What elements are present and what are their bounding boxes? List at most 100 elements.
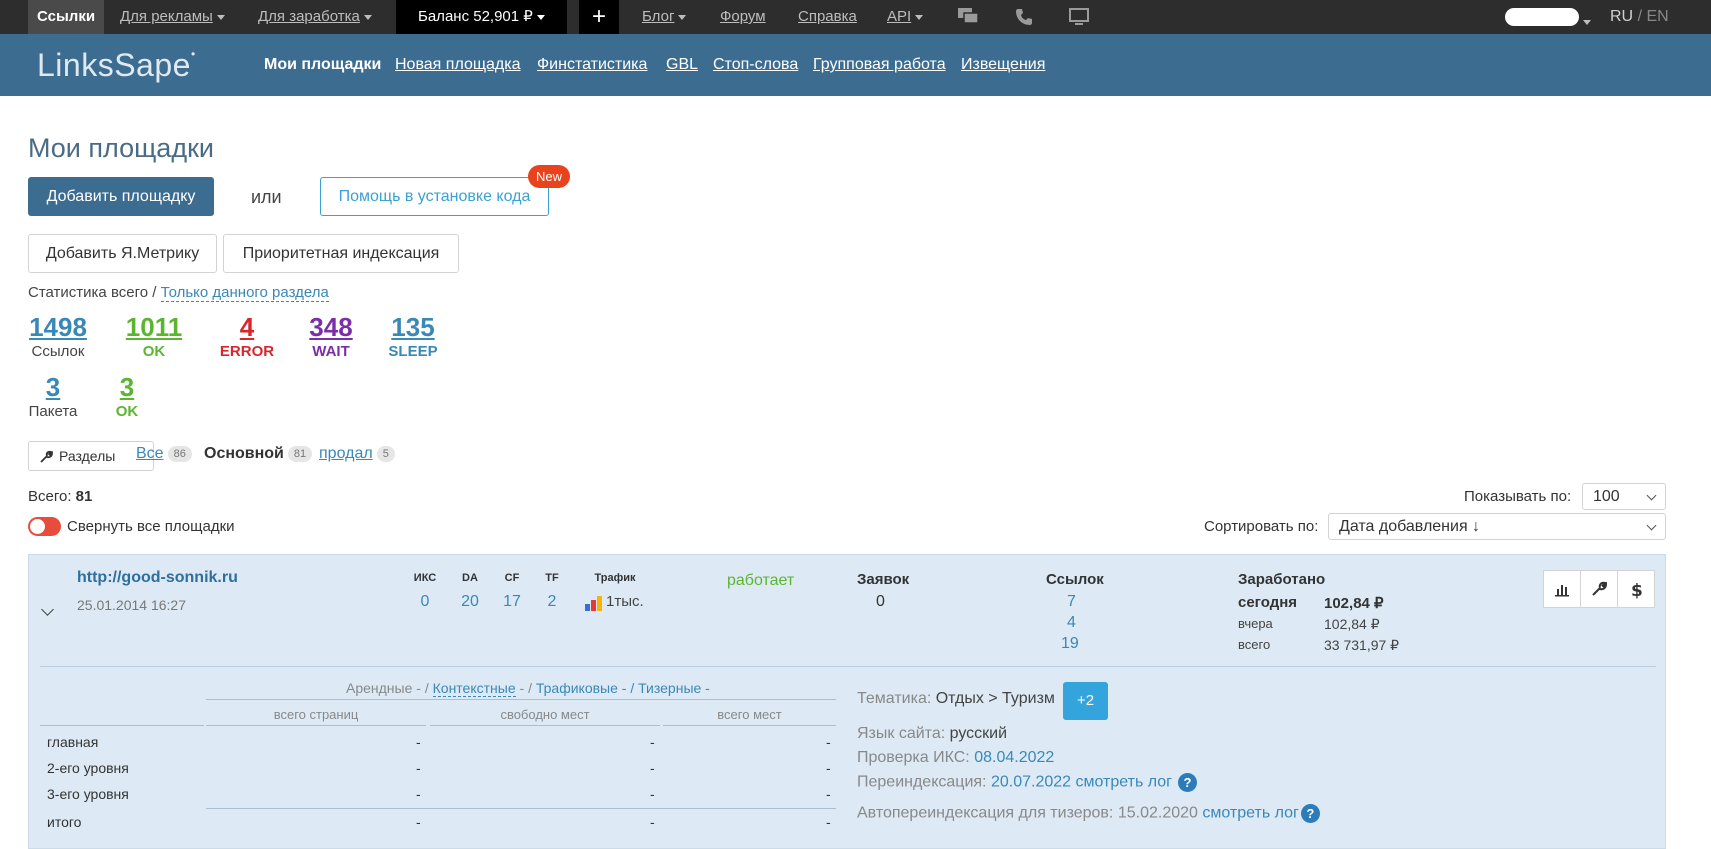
settings-button[interactable] (1580, 570, 1618, 608)
logo[interactable]: LinksSape• (37, 47, 196, 84)
tab-all-label: Все (136, 445, 164, 462)
links-header: Ссылок (1046, 571, 1104, 588)
install-help-button[interactable]: Помощь в установке кода (320, 177, 549, 216)
auto-reindex-log-link[interactable]: смотреть лог (1202, 805, 1299, 822)
tab-sold-label: продал (319, 445, 373, 462)
metric-value[interactable]: 2 (532, 593, 572, 611)
nav-group-work[interactable]: Групповая работа (813, 34, 946, 96)
finance-button[interactable]: $ (1617, 570, 1655, 608)
chat-icon[interactable] (958, 0, 980, 34)
stat-label: Пакета (28, 403, 78, 420)
page-title: Мои площадки (28, 133, 214, 163)
type-context[interactable]: Контекстные (432, 680, 516, 697)
site-date: 25.01.2014 16:27 (77, 597, 186, 613)
show-by-value: 100 (1593, 488, 1620, 505)
logo-dot-icon: • (190, 47, 196, 61)
stat-total-label: Статистика всего / (28, 284, 157, 301)
chevron-down-icon (536, 14, 545, 20)
table-cell: - (416, 734, 421, 750)
reindex-row: Переиндексация: 20.07.2022 смотреть лог? (857, 773, 1197, 792)
stat-section-link[interactable]: Только данного раздела (160, 284, 329, 302)
reindex-value: 20.07.2022 (990, 773, 1072, 791)
type-rent: Арендные - / (346, 680, 429, 696)
stat-label: OK (142, 343, 166, 360)
sort-by-select[interactable]: Дата добавления ↓ (1328, 513, 1666, 540)
monitor-icon[interactable] (1069, 0, 1089, 34)
stat-scope: Статистика всего / Только данного раздел… (28, 284, 329, 302)
stat-ok[interactable]: 1011 OK (122, 312, 186, 360)
chevron-down-icon (1646, 520, 1657, 531)
metric-value[interactable]: 0 (405, 593, 445, 611)
nav-new-site[interactable]: Новая площадка (395, 34, 521, 96)
site-url-link[interactable]: http://good-sonnik.ru (77, 569, 238, 587)
nav-my-sites[interactable]: Мои площадки (264, 34, 381, 96)
tab-main-label: Основной (204, 445, 284, 462)
lang-en[interactable]: EN (1646, 8, 1668, 25)
menu-for-ads-label: Для рекламы (120, 8, 213, 25)
chevron-down-icon (363, 14, 372, 20)
collapse-all-toggle[interactable] (28, 517, 61, 536)
topic-more-button[interactable]: +2 (1063, 682, 1108, 720)
link-forum[interactable]: Форум (720, 0, 766, 34)
nav-finstat[interactable]: Финстатистика (537, 34, 647, 96)
nav-notices[interactable]: Извещения (961, 34, 1045, 96)
stat-number: 3 (45, 372, 61, 402)
menu-api[interactable]: API (887, 0, 924, 34)
auto-reindex-label: Автопереиндексация для тизеров: (857, 804, 1114, 822)
links-value[interactable]: 19 (1061, 635, 1079, 653)
top-bar: Ссылки Для рекламы Для заработка Баланс … (0, 0, 1711, 34)
stats-button[interactable] (1543, 570, 1581, 608)
balance-button[interactable]: Баланс 52,901 ₽ (396, 0, 567, 34)
iks-check-label: Проверка ИКС: (857, 749, 970, 766)
links-value[interactable]: 7 (1067, 593, 1076, 611)
priority-index-button[interactable]: Приоритетная индексация (223, 234, 459, 273)
tab-all[interactable]: Все 86 (136, 445, 192, 463)
stat-links[interactable]: 1498 Ссылок (26, 312, 90, 360)
new-badge: New (528, 165, 570, 188)
stat-sleep[interactable]: 135 SLEEP (386, 312, 440, 360)
tab-links[interactable]: Ссылки (28, 0, 105, 34)
stat-error[interactable]: 4 ERROR (217, 312, 277, 360)
lang-ru[interactable]: RU (1610, 8, 1633, 25)
metric-value[interactable]: 17 (492, 593, 532, 611)
tab-sold[interactable]: продал 5 (319, 445, 395, 463)
metric-header: TF (545, 572, 559, 584)
add-metrika-button[interactable]: Добавить Я.Метрику (28, 234, 217, 273)
earned-yesterday-value: 102,84 ₽ (1324, 616, 1380, 632)
type-traffic[interactable]: Трафиковые - / (536, 680, 634, 696)
metric-header: CF (504, 572, 520, 584)
avatar (1505, 8, 1579, 26)
stat-packages[interactable]: 3 Пакета (26, 372, 80, 420)
stat-label: ERROR (219, 343, 275, 360)
language-label: Язык сайта: (857, 725, 946, 742)
toggle-knob (30, 519, 45, 534)
svg-text:$: $ (1631, 581, 1643, 599)
add-site-button[interactable]: Добавить площадку (28, 177, 214, 216)
link-help[interactable]: Справка (798, 0, 857, 34)
phone-icon[interactable] (1015, 0, 1033, 34)
table-cell: - (650, 786, 655, 802)
menu-for-earn[interactable]: Для заработка (258, 0, 372, 34)
menu-for-ads[interactable]: Для рекламы (120, 0, 225, 34)
user-menu[interactable] (1505, 0, 1591, 34)
nav-stop-words[interactable]: Стоп-слова (713, 34, 798, 96)
tab-main[interactable]: Основной 81 (204, 445, 313, 463)
stat-number: 348 (309, 312, 353, 342)
menu-blog[interactable]: Блог (642, 0, 687, 34)
nav-gbl[interactable]: GBL (666, 34, 698, 96)
earned-yesterday-label: вчера (1238, 616, 1273, 631)
stat-packages-ok[interactable]: 3 OK (110, 372, 144, 420)
dollar-icon: $ (1631, 581, 1643, 599)
reindex-log-link[interactable]: смотреть лог (1075, 774, 1172, 791)
chevron-down-icon (1646, 490, 1657, 501)
add-button[interactable]: + (579, 0, 619, 34)
stat-wait[interactable]: 348 WAIT (303, 312, 359, 360)
help-icon[interactable]: ? (1300, 804, 1320, 823)
earned-total-label: всего (1238, 637, 1271, 652)
sort-by-label: Сортировать по: (1204, 518, 1319, 535)
help-icon[interactable]: ? (1177, 773, 1197, 792)
links-value[interactable]: 4 (1067, 614, 1076, 632)
metric-value[interactable]: 20 (450, 593, 490, 611)
type-teaser[interactable]: Тизерные - (638, 680, 710, 696)
show-by-select[interactable]: 100 (1582, 483, 1666, 510)
